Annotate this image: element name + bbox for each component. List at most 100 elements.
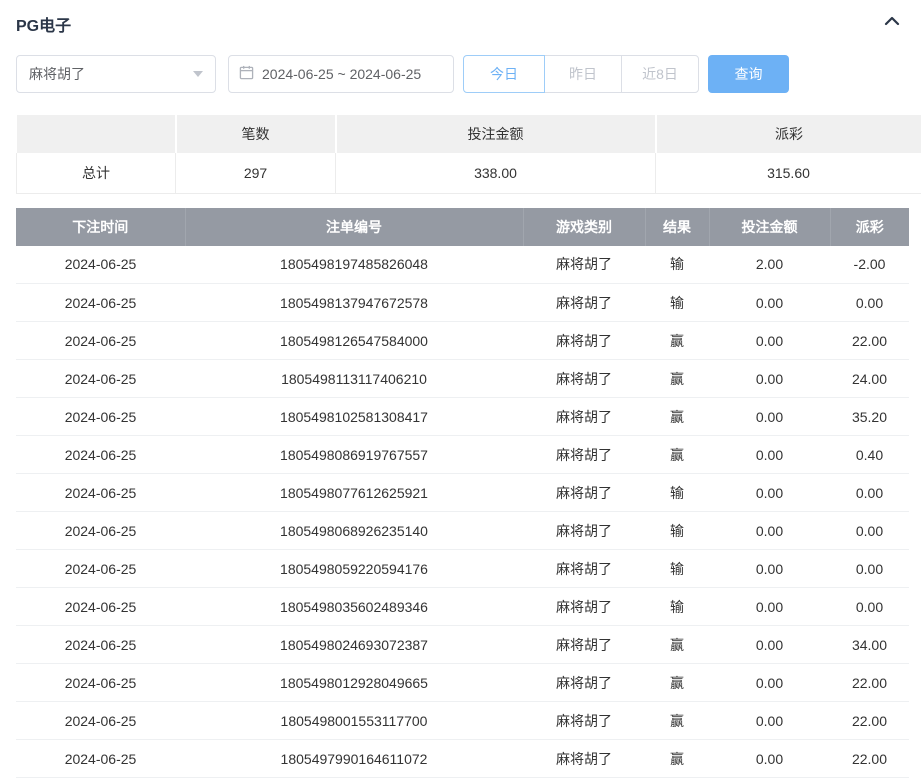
table-row: 2024-06-25 1805498012928049665 麻将胡了 赢 0.… xyxy=(16,664,909,702)
cell-game-type: 麻将胡了 xyxy=(523,550,645,588)
chevron-up-icon xyxy=(883,14,901,33)
cell-payout: -2.00 xyxy=(830,246,909,284)
cell-bet-time: 2024-06-25 xyxy=(16,360,185,398)
cell-payout: 22.00 xyxy=(830,702,909,740)
summary-payout-value: 315.60 xyxy=(656,153,921,193)
cell-bet-amount: 0.00 xyxy=(709,436,830,474)
table-row: 2024-06-25 1805498024693072387 麻将胡了 赢 0.… xyxy=(16,626,909,664)
last-8-days-button[interactable]: 近8日 xyxy=(621,55,699,93)
cell-bet-amount: 0.00 xyxy=(709,740,830,778)
cell-payout: 22.00 xyxy=(830,664,909,702)
table-row: 2024-06-25 1805498068926235140 麻将胡了 输 0.… xyxy=(16,512,909,550)
cell-bet-amount: 0.00 xyxy=(709,322,830,360)
cell-bet-time: 2024-06-25 xyxy=(16,588,185,626)
cell-result: 赢 xyxy=(645,626,709,664)
cell-bet-time: 2024-06-25 xyxy=(16,550,185,588)
cell-bet-amount: 0.00 xyxy=(709,550,830,588)
cell-game-type: 麻将胡了 xyxy=(523,588,645,626)
cell-bet-id: 1805498001553117700 xyxy=(185,702,523,740)
cell-result: 输 xyxy=(645,474,709,512)
date-range-input[interactable]: 2024-06-25 ~ 2024-06-25 xyxy=(228,55,454,93)
panel-header: PG电子 xyxy=(0,0,921,33)
cell-bet-time: 2024-06-25 xyxy=(16,664,185,702)
cell-payout: 0.00 xyxy=(830,588,909,626)
search-button[interactable]: 查询 xyxy=(708,55,789,93)
cell-result: 赢 xyxy=(645,664,709,702)
cell-result: 赢 xyxy=(645,360,709,398)
yesterday-button[interactable]: 昨日 xyxy=(544,55,622,93)
table-row: 2024-06-25 1805498126547584000 麻将胡了 赢 0.… xyxy=(16,322,909,360)
cell-bet-amount: 0.00 xyxy=(709,664,830,702)
cell-bet-amount: 2.00 xyxy=(709,246,830,284)
cell-bet-id: 1805498035602489346 xyxy=(185,588,523,626)
table-row: 2024-06-25 1805498102581308417 麻将胡了 赢 0.… xyxy=(16,398,909,436)
summary-header-row: 笔数 投注金额 派彩 xyxy=(17,115,921,153)
cell-payout: 0.00 xyxy=(830,474,909,512)
cell-result: 输 xyxy=(645,588,709,626)
game-select[interactable]: 麻将胡了 xyxy=(16,55,216,93)
cell-game-type: 麻将胡了 xyxy=(523,246,645,284)
cell-result: 赢 xyxy=(645,398,709,436)
cell-result: 赢 xyxy=(645,322,709,360)
cell-bet-amount: 0.00 xyxy=(709,512,830,550)
cell-result: 输 xyxy=(645,284,709,322)
cell-game-type: 麻将胡了 xyxy=(523,436,645,474)
table-row: 2024-06-25 1805498086919767557 麻将胡了 赢 0.… xyxy=(16,436,909,474)
cell-bet-time: 2024-06-25 xyxy=(16,626,185,664)
cell-payout: 22.00 xyxy=(830,740,909,778)
cell-payout: 0.00 xyxy=(830,512,909,550)
cell-bet-amount: 0.00 xyxy=(709,284,830,322)
cell-bet-amount: 0.00 xyxy=(709,360,830,398)
cell-payout: 22.00 xyxy=(830,322,909,360)
column-bet-id: 注单编号 xyxy=(185,208,523,246)
cell-game-type: 麻将胡了 xyxy=(523,512,645,550)
collapse-button[interactable] xyxy=(883,14,901,33)
cell-game-type: 麻将胡了 xyxy=(523,322,645,360)
cell-game-type: 麻将胡了 xyxy=(523,740,645,778)
column-game-type: 游戏类别 xyxy=(523,208,645,246)
summary-total-label: 总计 xyxy=(17,153,176,193)
cell-bet-time: 2024-06-25 xyxy=(16,512,185,550)
cell-bet-amount: 0.00 xyxy=(709,702,830,740)
column-bet-amount: 投注金额 xyxy=(709,208,830,246)
cell-bet-id: 1805498126547584000 xyxy=(185,322,523,360)
page-title: PG电子 xyxy=(16,12,71,36)
cell-bet-id: 1805497990164611072 xyxy=(185,740,523,778)
bet-records-table: 下注时间 注单编号 游戏类别 结果 投注金额 派彩 2024-06-25 180… xyxy=(16,208,909,778)
game-select-value: 麻将胡了 xyxy=(29,64,85,84)
summary-header-empty xyxy=(17,115,176,153)
cell-bet-id: 1805498059220594176 xyxy=(185,550,523,588)
filter-row: 麻将胡了 2024-06-25 ~ 2024-06-25 今日 昨日 近8日 查… xyxy=(16,55,905,93)
table-row: 2024-06-25 1805498197485826048 麻将胡了 输 2.… xyxy=(16,246,909,284)
cell-result: 赢 xyxy=(645,702,709,740)
table-row: 2024-06-25 1805498035602489346 麻将胡了 输 0.… xyxy=(16,588,909,626)
today-button[interactable]: 今日 xyxy=(463,55,545,93)
summary-count-value: 297 xyxy=(176,153,336,193)
cell-result: 赢 xyxy=(645,740,709,778)
table-row: 2024-06-25 1805498001553117700 麻将胡了 赢 0.… xyxy=(16,702,909,740)
cell-result: 输 xyxy=(645,512,709,550)
table-row: 2024-06-25 1805498137947672578 麻将胡了 输 0.… xyxy=(16,284,909,322)
cell-payout: 34.00 xyxy=(830,626,909,664)
quick-range-group: 今日 昨日 近8日 xyxy=(463,55,699,93)
cell-payout: 35.20 xyxy=(830,398,909,436)
summary-header-payout: 派彩 xyxy=(656,115,921,153)
cell-bet-amount: 0.00 xyxy=(709,398,830,436)
cell-bet-id: 1805498102581308417 xyxy=(185,398,523,436)
cell-payout: 0.00 xyxy=(830,284,909,322)
cell-bet-id: 1805498012928049665 xyxy=(185,664,523,702)
cell-game-type: 麻将胡了 xyxy=(523,474,645,512)
cell-bet-time: 2024-06-25 xyxy=(16,474,185,512)
cell-game-type: 麻将胡了 xyxy=(523,284,645,322)
cell-game-type: 麻将胡了 xyxy=(523,664,645,702)
table-row: 2024-06-25 1805498113117406210 麻将胡了 赢 0.… xyxy=(16,360,909,398)
cell-game-type: 麻将胡了 xyxy=(523,626,645,664)
summary-header-bet-amount: 投注金额 xyxy=(336,115,656,153)
cell-game-type: 麻将胡了 xyxy=(523,398,645,436)
cell-payout: 0.40 xyxy=(830,436,909,474)
cell-bet-time: 2024-06-25 xyxy=(16,246,185,284)
cell-payout: 0.00 xyxy=(830,550,909,588)
summary-table: 笔数 投注金额 派彩 总计 297 338.00 315.60 xyxy=(16,115,921,194)
cell-bet-amount: 0.00 xyxy=(709,474,830,512)
cell-bet-time: 2024-06-25 xyxy=(16,284,185,322)
